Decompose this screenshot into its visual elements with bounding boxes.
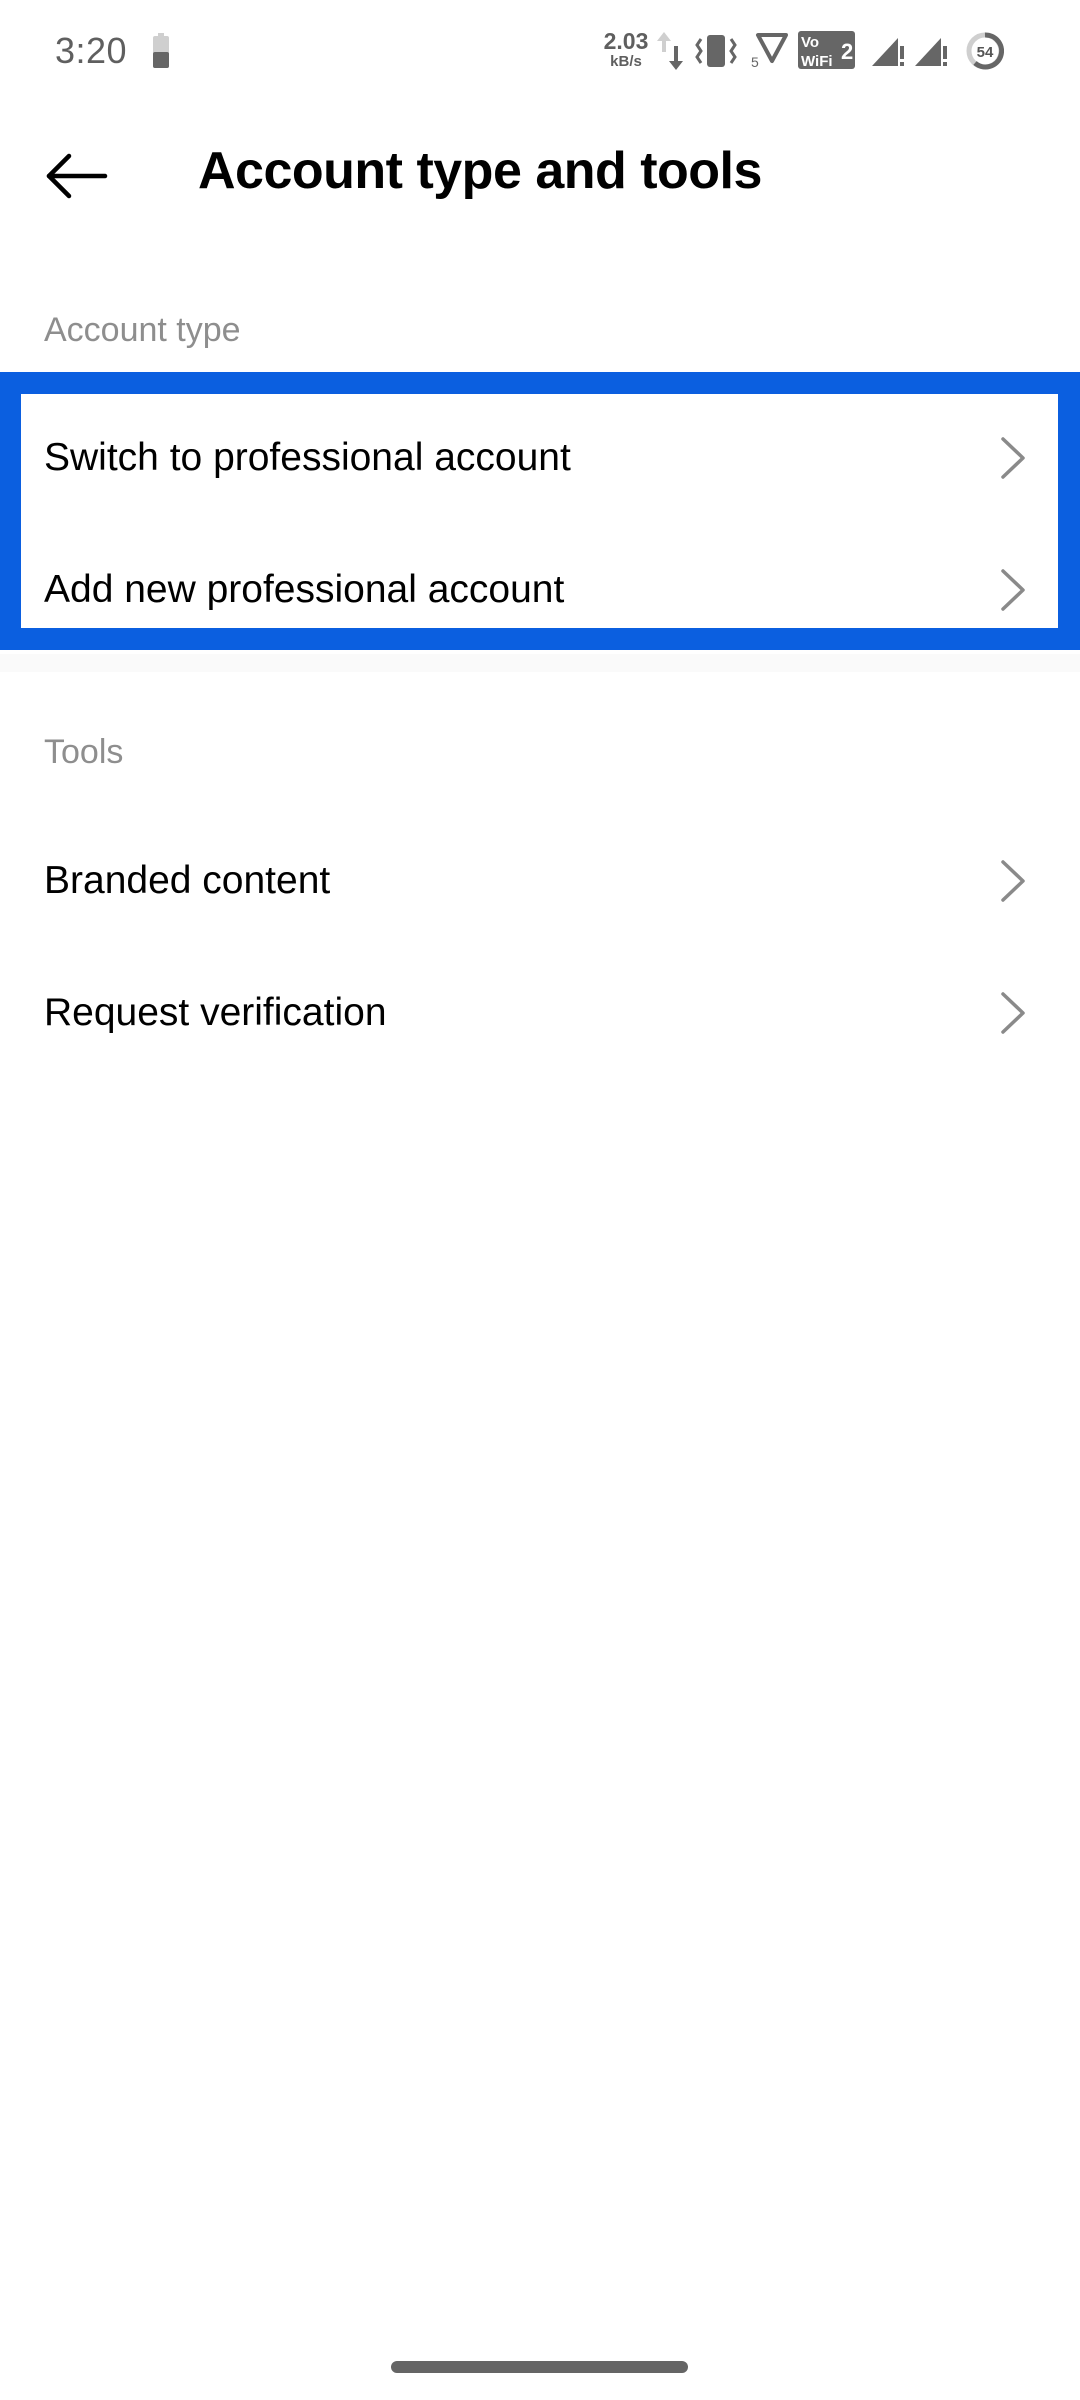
status-bar: 3:20 2.03 kB/s 5 Vo WiFi 2 54 bbox=[0, 0, 1080, 100]
svg-text:2: 2 bbox=[841, 39, 853, 64]
chevron-right-icon bbox=[1001, 569, 1025, 611]
back-button[interactable] bbox=[38, 140, 116, 212]
chevron-right-icon bbox=[1001, 992, 1025, 1034]
svg-text:54: 54 bbox=[977, 44, 994, 61]
list-item-label: Request verification bbox=[44, 991, 387, 1034]
battery-circle-icon: 54 bbox=[966, 32, 1004, 70]
chevron-right-icon bbox=[1001, 437, 1025, 479]
status-time: 3:20 bbox=[55, 30, 128, 71]
list-item-request-verification[interactable]: Request verification bbox=[0, 947, 1080, 1079]
arrow-left-icon bbox=[46, 153, 108, 199]
section-header-tools: Tools bbox=[44, 733, 124, 771]
status-icons: 2.03 kB/s 5 Vo WiFi 2 54 bbox=[540, 0, 1080, 100]
network-speed-value: 2.03 bbox=[603, 28, 649, 54]
vibrate-icon bbox=[695, 35, 737, 67]
list-item-add-new-professional-account[interactable]: Add new professional account bbox=[0, 524, 1080, 656]
list-item-label: Switch to professional account bbox=[44, 436, 571, 479]
page-title: Account type and tools bbox=[198, 142, 762, 200]
list-item-branded-content[interactable]: Branded content bbox=[0, 815, 1080, 947]
signal-no-service-icon bbox=[872, 38, 904, 66]
svg-text:WiFi: WiFi bbox=[801, 53, 833, 69]
signal-no-service-icon bbox=[915, 38, 947, 66]
section-header-account-type: Account type bbox=[44, 311, 241, 349]
network-speed-unit: kB/s bbox=[610, 53, 642, 70]
data-transfer-arrows-icon bbox=[657, 32, 683, 70]
vowifi-2-icon: Vo WiFi 2 bbox=[798, 31, 855, 69]
battery-icon bbox=[153, 33, 169, 68]
chevron-right-icon bbox=[1001, 860, 1025, 902]
svg-text:5: 5 bbox=[751, 54, 759, 69]
svg-text:Vo: Vo bbox=[801, 34, 819, 51]
section-divider bbox=[0, 654, 1080, 672]
vpn-5-icon: 5 bbox=[751, 33, 788, 69]
network-speed: 2.03 kB/s bbox=[600, 28, 652, 70]
list-item-label: Branded content bbox=[44, 859, 331, 902]
list-item-switch-to-professional-account[interactable]: Switch to professional account bbox=[0, 392, 1080, 524]
gesture-navigation-bar[interactable] bbox=[391, 2361, 688, 2373]
list-item-label: Add new professional account bbox=[44, 568, 565, 611]
